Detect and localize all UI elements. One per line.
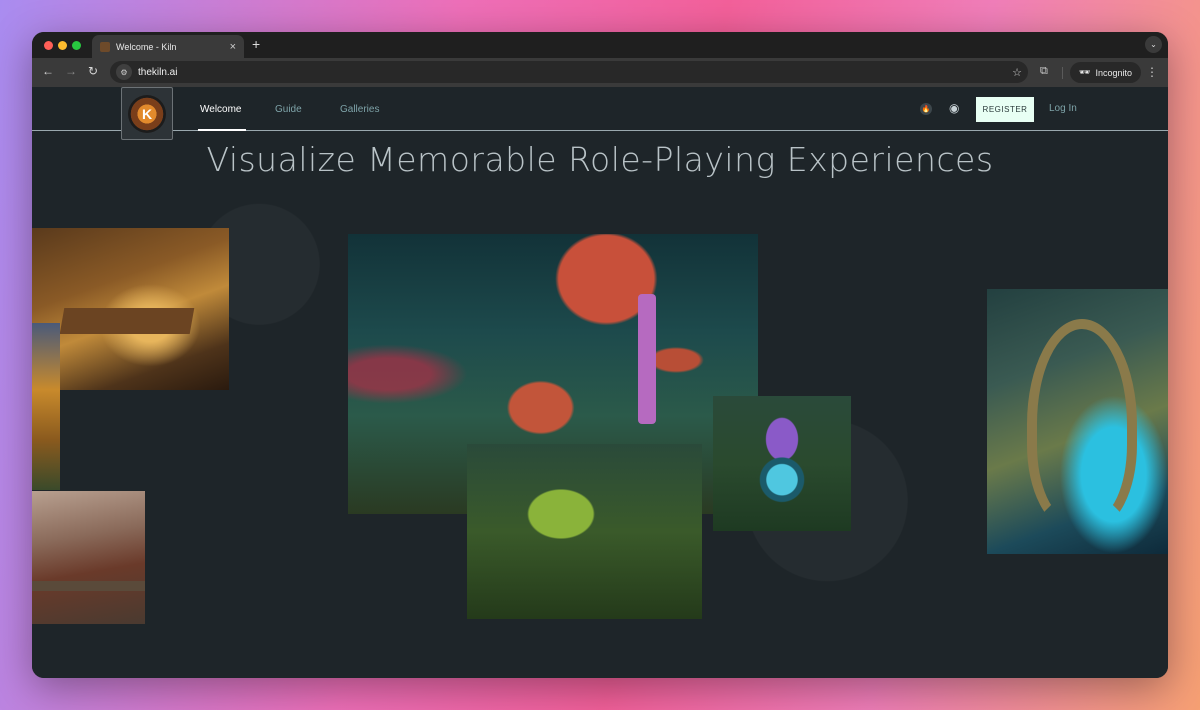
browser-tab[interactable]: Welcome - Kiln × — [92, 35, 244, 58]
kiln-logo-emblem: K — [128, 94, 166, 133]
page-content: K Welcome Guide Galleries 🔥 ◉ REGISTER L… — [32, 87, 1168, 678]
toolbar-divider — [1062, 67, 1063, 79]
minimize-window-button[interactable] — [58, 41, 67, 50]
reload-icon[interactable]: ↻ — [88, 64, 98, 78]
bookmark-star-icon[interactable]: ☆ — [1012, 66, 1022, 79]
hero-title: Visualize Memorable Role-Playing Experie… — [206, 140, 994, 179]
incognito-icon: 🕶 — [1079, 67, 1091, 77]
nav-guide[interactable]: Guide — [275, 104, 302, 115]
elf-tavern-artwork — [32, 228, 229, 390]
url-text[interactable]: thekiln.ai — [138, 67, 1012, 78]
forward-icon[interactable]: → — [65, 64, 77, 78]
crystal-flower-artwork — [713, 396, 851, 531]
kiln-favicon-icon — [100, 41, 110, 52]
autumn-forest-artwork — [32, 323, 60, 490]
extensions-icon[interactable]: ⧉ — [1040, 65, 1048, 78]
maximize-window-button[interactable] — [72, 41, 81, 50]
tab-close-icon[interactable]: × — [230, 41, 236, 53]
ranger-artwork — [32, 491, 145, 624]
window-controls — [44, 41, 81, 50]
browser-window: Welcome - Kiln × + ⌄ ← → ↻ ⚙ thekiln.ai … — [32, 32, 1168, 678]
twisted-tree-artwork — [987, 289, 1168, 554]
incognito-badge[interactable]: 🕶 Incognito — [1070, 62, 1141, 83]
incognito-label: Incognito — [1095, 67, 1132, 78]
browser-toolbar: ← → ↻ ⚙ thekiln.ai ☆ ⧉ 🕶 Incognito ⋮ — [32, 58, 1168, 87]
new-tab-button[interactable]: + — [252, 36, 260, 52]
discord-icon[interactable]: ◉ — [949, 101, 959, 115]
site-navbar: K Welcome Guide Galleries 🔥 ◉ REGISTER L… — [32, 87, 1168, 140]
address-bar[interactable]: ⚙ thekiln.ai ☆ — [110, 61, 1028, 83]
kiln-logo[interactable]: K — [121, 87, 173, 140]
back-icon[interactable]: ← — [42, 64, 54, 78]
nav-welcome[interactable]: Welcome — [200, 104, 242, 115]
login-link[interactable]: Log In — [1049, 103, 1077, 114]
site-info-icon[interactable]: ⚙ — [116, 64, 132, 80]
tab-strip: Welcome - Kiln × + ⌄ — [32, 32, 1168, 58]
nav-active-indicator — [198, 129, 246, 131]
tab-search-chevron-icon[interactable]: ⌄ — [1145, 36, 1162, 53]
nav-galleries[interactable]: Galleries — [340, 104, 379, 115]
register-button[interactable]: REGISTER — [976, 97, 1034, 122]
fire-icon[interactable]: 🔥 — [920, 103, 932, 115]
flytrap-artwork — [467, 444, 702, 619]
close-window-button[interactable] — [44, 41, 53, 50]
browser-menu-icon[interactable]: ⋮ — [1146, 65, 1158, 79]
tab-title: Welcome - Kiln — [116, 41, 177, 52]
